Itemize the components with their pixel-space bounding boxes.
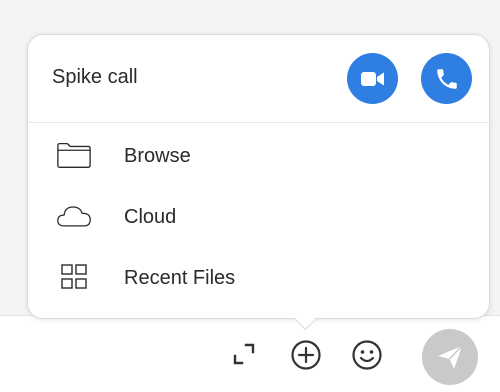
chat-screen: Spike call Browse Cloud Recent Files: [0, 0, 500, 392]
emoji-button[interactable]: [350, 338, 384, 372]
folder-icon: [56, 137, 92, 173]
popover-divider: [28, 122, 489, 123]
grid-icon: [56, 259, 92, 295]
browse-label: Browse: [124, 145, 191, 167]
send-button[interactable]: [422, 329, 478, 385]
send-icon: [438, 345, 463, 369]
video-call-button[interactable]: [347, 53, 398, 104]
spike-call-label: Spike call: [52, 66, 138, 88]
expand-icon: [233, 343, 255, 365]
video-camera-icon: [360, 71, 384, 86]
phone-icon: [436, 68, 457, 89]
attach-button[interactable]: [289, 338, 323, 372]
cloud-menu-item[interactable]: Cloud: [28, 188, 489, 244]
call-header: Spike call: [28, 35, 489, 121]
recent-files-menu-item[interactable]: Recent Files: [28, 249, 489, 305]
audio-call-button[interactable]: [421, 53, 472, 104]
browse-menu-item[interactable]: Browse: [28, 127, 489, 183]
recent-files-label: Recent Files: [124, 267, 236, 289]
expand-button[interactable]: [230, 340, 258, 368]
smiley-icon: [352, 340, 382, 370]
cloud-icon: [56, 198, 92, 234]
cloud-label: Cloud: [124, 206, 177, 228]
add-circle-icon: [291, 340, 321, 370]
attachment-popover: Spike call Browse Cloud Recent Files: [27, 34, 490, 319]
